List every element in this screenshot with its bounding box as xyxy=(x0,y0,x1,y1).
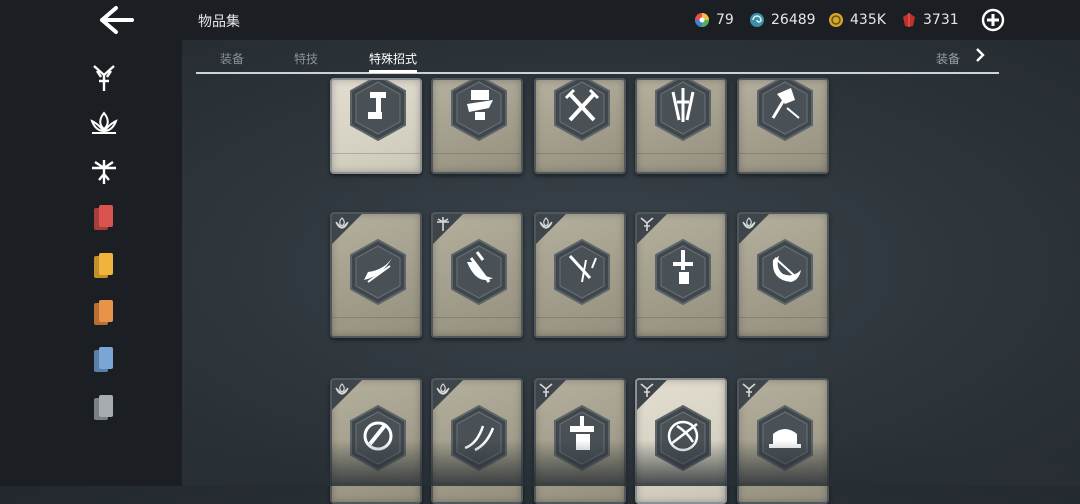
currency-gold: 435K xyxy=(828,10,886,30)
crescent-moon-icon xyxy=(757,238,813,306)
card-frame-band xyxy=(637,153,725,172)
ground-slam-icon xyxy=(451,80,507,142)
back-arrow-icon[interactable] xyxy=(98,4,136,36)
skill-card[interactable] xyxy=(431,212,523,338)
sword-class-icon xyxy=(640,217,654,231)
skill-card[interactable] xyxy=(737,378,829,504)
skill-card[interactable] xyxy=(635,378,727,504)
tab-skills[interactable]: 特技 xyxy=(294,50,318,67)
lotus-class-icon xyxy=(742,217,756,229)
lotus-class-icon xyxy=(335,217,349,229)
next-tab-label[interactable]: 装备 xyxy=(936,50,960,67)
bow-class-icon xyxy=(437,217,449,231)
gold-coin-icon xyxy=(829,13,843,27)
skill-card[interactable] xyxy=(534,78,626,174)
skill-card[interactable] xyxy=(431,78,523,174)
sidebar-item-red-cards[interactable] xyxy=(86,200,122,236)
skill-card[interactable] xyxy=(330,78,422,174)
circle-slash-icon xyxy=(350,404,406,472)
chevron-right-icon[interactable] xyxy=(974,47,986,63)
gold-value: 435K xyxy=(850,12,886,28)
rainbow-wheel-icon xyxy=(695,13,709,27)
dagger-dive-icon xyxy=(554,238,610,306)
category-sidebar xyxy=(0,40,182,486)
tab-divider xyxy=(196,72,999,74)
card-frame-band xyxy=(536,153,624,172)
sidebar-item-sword[interactable] xyxy=(86,60,122,96)
sidebar-item-orange-cards[interactable] xyxy=(86,295,122,331)
page-title: 物品集 xyxy=(198,14,240,30)
lotus-class-icon xyxy=(436,383,450,395)
red-cards-icon xyxy=(94,205,113,230)
tab-bar: 装备 特技 特殊招式 装备 xyxy=(196,42,999,74)
heavy-hammer-icon xyxy=(554,404,610,472)
rainbow-value: 79 xyxy=(716,12,734,28)
card-frame-band xyxy=(332,153,420,172)
bow-circle-icon xyxy=(655,404,711,472)
tab-special-moves[interactable]: 特殊招式 xyxy=(369,50,417,67)
card-frame-band xyxy=(739,317,827,336)
grey-cards-icon xyxy=(94,395,113,420)
sword-class-icon xyxy=(93,65,115,91)
lotus-class-icon xyxy=(90,111,118,134)
skill-card[interactable] xyxy=(330,212,422,338)
card-frame-band xyxy=(637,317,725,336)
skill-card[interactable] xyxy=(330,378,422,504)
skill-card[interactable] xyxy=(534,378,626,504)
card-frame-band xyxy=(433,153,521,172)
tab-equipment[interactable]: 装备 xyxy=(220,50,244,67)
bow-class-icon xyxy=(92,160,116,184)
lotus-class-icon xyxy=(539,217,553,229)
sword-class-icon xyxy=(742,383,756,397)
helmet-icon xyxy=(757,404,813,472)
card-frame-band xyxy=(332,317,420,336)
currency-swirl: 26489 xyxy=(749,10,816,30)
orange-cards-icon xyxy=(94,300,113,325)
cross-blades-icon xyxy=(554,80,610,142)
skill-card[interactable] xyxy=(635,212,727,338)
skill-card[interactable] xyxy=(737,78,829,174)
red-gem-icon xyxy=(903,13,915,27)
sidebar-item-bow[interactable] xyxy=(86,154,122,190)
sidebar-item-yellow-cards[interactable] xyxy=(86,248,122,284)
currency-rainbow: 79 xyxy=(694,10,734,30)
hammer-strike-icon xyxy=(350,80,406,142)
blue-cards-icon xyxy=(94,347,113,372)
card-frame-band xyxy=(739,153,827,172)
top-bar: 物品集 79 26489 435K 3731 xyxy=(0,0,1080,40)
crescent-axe-icon xyxy=(451,238,507,306)
skill-card[interactable] xyxy=(431,378,523,504)
sidebar-item-lotus[interactable] xyxy=(86,106,122,142)
yellow-cards-icon xyxy=(94,253,113,278)
card-frame-band xyxy=(433,317,521,336)
triple-sword-icon xyxy=(655,80,711,142)
hilt-drop-icon xyxy=(655,238,711,306)
twin-scythe-icon xyxy=(451,404,507,472)
card-frame-band xyxy=(536,317,624,336)
currency-gem: 3731 xyxy=(901,10,959,30)
gem-value: 3731 xyxy=(923,12,959,28)
active-tab-underline xyxy=(369,70,417,73)
lotus-class-icon xyxy=(335,383,349,395)
axe-chop-icon xyxy=(757,80,813,142)
swirl-coin-icon xyxy=(750,13,764,27)
scythe-slash-icon xyxy=(350,238,406,306)
bottom-fade xyxy=(182,440,1080,486)
skill-card[interactable] xyxy=(635,78,727,174)
sword-class-icon xyxy=(640,383,654,397)
swirl-value: 26489 xyxy=(771,12,816,28)
sidebar-item-grey-cards[interactable] xyxy=(86,390,122,426)
sidebar-item-blue-cards[interactable] xyxy=(86,342,122,378)
add-currency-button[interactable] xyxy=(981,8,1005,32)
skill-card[interactable] xyxy=(737,212,829,338)
skill-card[interactable] xyxy=(534,212,626,338)
sword-class-icon xyxy=(539,383,553,397)
